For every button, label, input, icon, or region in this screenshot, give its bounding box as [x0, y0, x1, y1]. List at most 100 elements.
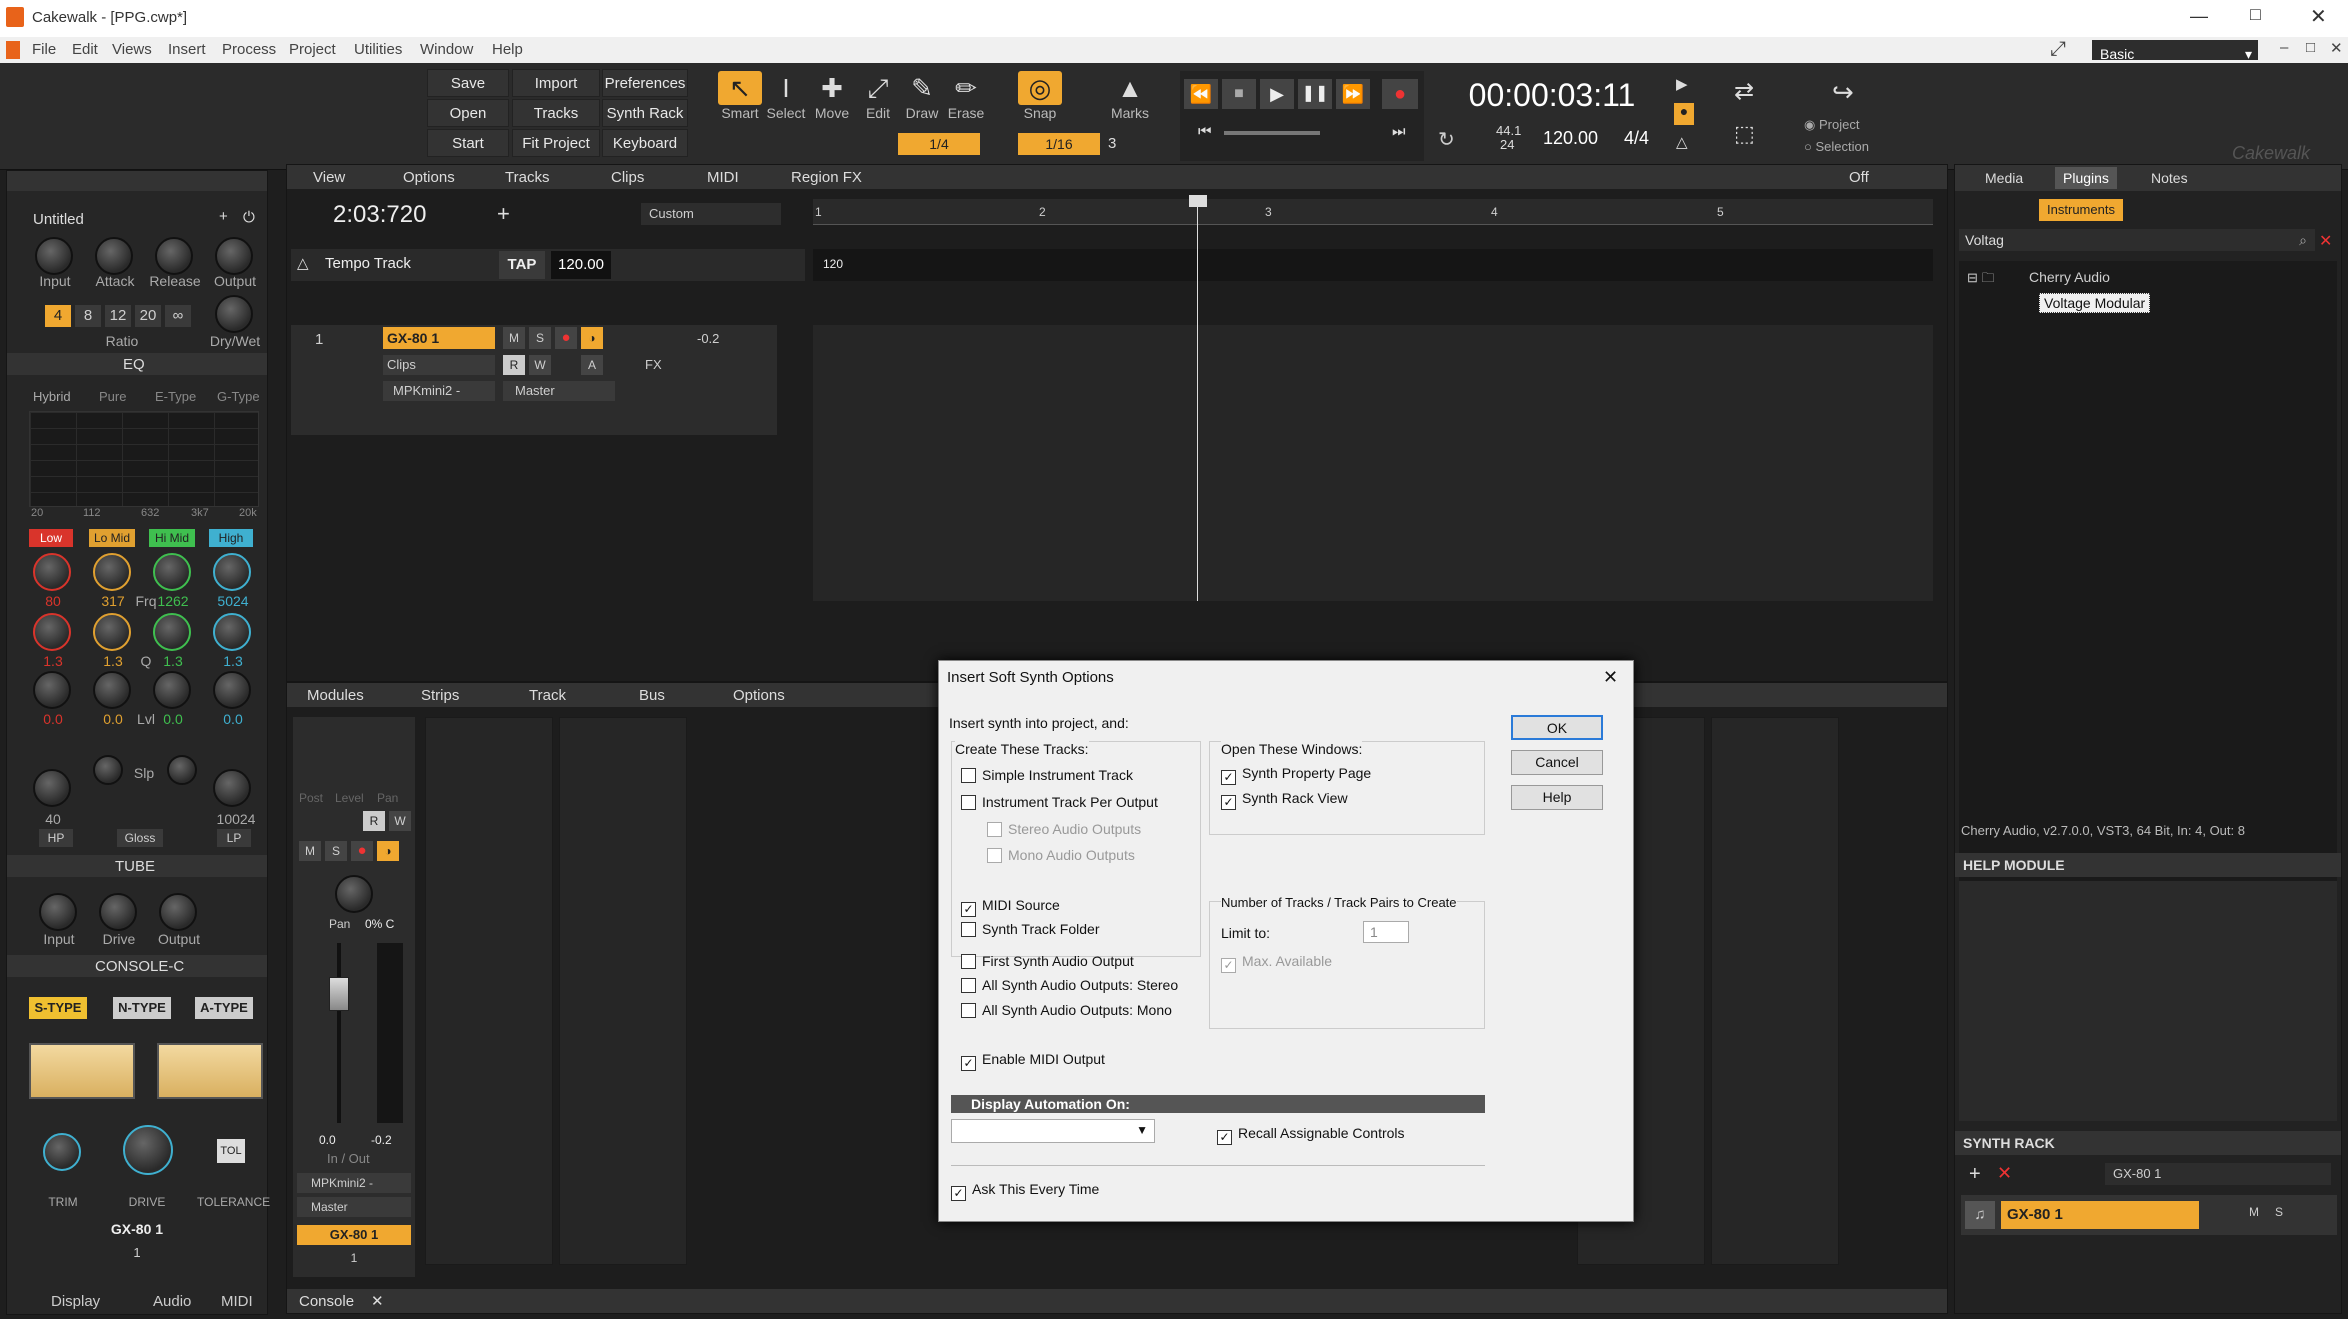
- select-tool[interactable]: I Select: [764, 71, 808, 121]
- punch-icon[interactable]: ⬚: [1734, 121, 1755, 147]
- clips-menu[interactable]: Clips: [611, 169, 644, 186]
- cb-mono-outputs[interactable]: Mono Audio Outputs: [987, 847, 1135, 863]
- strip-name-label[interactable]: GX-80 1: [297, 1225, 411, 1245]
- menu-window[interactable]: Window: [420, 41, 473, 58]
- plugins-tab[interactable]: Plugins: [2055, 167, 2117, 189]
- ratio-12[interactable]: 12: [105, 305, 131, 327]
- band-low[interactable]: Low: [29, 529, 73, 547]
- high-freq-knob[interactable]: [213, 553, 251, 591]
- audio-tab[interactable]: Audio: [153, 1293, 191, 1310]
- cb-instrument-per-output[interactable]: Instrument Track Per Output: [961, 794, 1158, 810]
- mdi-min-icon[interactable]: –: [2280, 39, 2288, 56]
- rewind-icon[interactable]: ⏪: [1184, 79, 1218, 109]
- pause-icon[interactable]: ❚❚: [1298, 79, 1332, 109]
- display-tab[interactable]: Display: [51, 1293, 100, 1310]
- cb-recall-controls[interactable]: ✓ Recall Assignable Controls: [1217, 1125, 1405, 1145]
- draw-tool[interactable]: ✎ Draw: [900, 71, 944, 121]
- tracks-menu[interactable]: Tracks: [505, 169, 549, 186]
- band-high[interactable]: High: [209, 529, 253, 547]
- solo-button[interactable]: S: [529, 327, 551, 349]
- tap-button[interactable]: TAP: [499, 251, 545, 279]
- play-icon[interactable]: ▶: [1260, 79, 1294, 109]
- band-himid[interactable]: Hi Mid: [149, 529, 195, 547]
- strip-echo-icon[interactable]: ◑: [377, 841, 399, 861]
- project-radio[interactable]: ◉ Project: [1804, 117, 1859, 133]
- ratio-8[interactable]: 8: [75, 305, 101, 327]
- go-start-icon[interactable]: ⏮: [1198, 123, 1212, 140]
- drywet-knob[interactable]: [215, 295, 253, 333]
- low-lvl-knob[interactable]: [33, 671, 71, 709]
- tube-output-knob[interactable]: [159, 893, 197, 931]
- console-tab[interactable]: Console: [299, 1293, 354, 1310]
- now-time[interactable]: 2:03:720: [333, 201, 426, 229]
- cb-property-page[interactable]: ✓ Synth Property Page: [1221, 765, 1371, 785]
- eq-mode-etype[interactable]: E-Type: [155, 389, 196, 404]
- menu-project[interactable]: Project: [289, 41, 336, 58]
- plugin-search-input[interactable]: Voltag ⌕: [1959, 229, 2315, 251]
- edit-tool[interactable]: ⤢ Edit: [856, 71, 900, 121]
- attack-knob[interactable]: [95, 237, 133, 275]
- media-tab[interactable]: Media: [1985, 170, 2023, 186]
- lp-slope-knob[interactable]: [167, 755, 197, 785]
- track-name[interactable]: GX-80 1: [383, 327, 495, 349]
- fullscreen-icon[interactable]: ⤢: [2050, 38, 2066, 61]
- lomid-lvl-knob[interactable]: [93, 671, 131, 709]
- menu-views[interactable]: Views: [112, 41, 152, 58]
- loop-icon[interactable]: ↻: [1438, 127, 1455, 152]
- lp-button[interactable]: LP: [217, 829, 251, 847]
- track-output-select[interactable]: Master: [503, 381, 615, 401]
- tempo-value[interactable]: 120.00: [551, 251, 611, 279]
- track-menu[interactable]: Track: [529, 687, 566, 704]
- save-button[interactable]: Save: [427, 69, 509, 97]
- himid-freq-knob[interactable]: [153, 553, 191, 591]
- tempo-lane[interactable]: 120: [813, 249, 1933, 281]
- eq-graph[interactable]: [29, 411, 259, 507]
- hp-button[interactable]: HP: [39, 829, 73, 847]
- cb-enable-midi[interactable]: ✓ Enable MIDI Output: [961, 1051, 1105, 1071]
- position-slider[interactable]: [1224, 131, 1320, 135]
- cb-stereo-outputs[interactable]: Stereo Audio Outputs: [987, 821, 1141, 837]
- track-input-select[interactable]: MPKmini2 -: [383, 381, 495, 401]
- bus-menu[interactable]: Bus: [639, 687, 665, 704]
- menu-help[interactable]: Help: [492, 41, 523, 58]
- clips-pane[interactable]: [813, 325, 1933, 601]
- strip-mute-button[interactable]: M: [299, 841, 321, 861]
- menu-insert[interactable]: Insert: [168, 41, 206, 58]
- volume-fader[interactable]: [329, 977, 349, 1011]
- fx-bin[interactable]: FX: [645, 357, 662, 372]
- high-q-knob[interactable]: [213, 613, 251, 651]
- pan-knob[interactable]: [335, 875, 373, 913]
- play-small-icon[interactable]: ▶: [1676, 75, 1688, 93]
- close-console-icon[interactable]: ✕: [371, 1292, 384, 1310]
- cb-max-available[interactable]: ✓ Max. Available: [1221, 953, 1332, 973]
- strip-arm-icon[interactable]: ●: [351, 841, 373, 861]
- drive-knob[interactable]: [123, 1125, 173, 1175]
- rack-solo[interactable]: S: [2275, 1205, 2283, 1219]
- ratio-4[interactable]: 4: [45, 305, 71, 327]
- lp-knob[interactable]: [213, 769, 251, 807]
- menu-edit[interactable]: Edit: [72, 41, 98, 58]
- lomid-q-knob[interactable]: [93, 613, 131, 651]
- move-tool[interactable]: ✚ Move: [810, 71, 854, 121]
- snap-button[interactable]: ◎ Snap: [1018, 71, 1062, 121]
- go-end-icon[interactable]: ⏭: [1392, 123, 1406, 140]
- input-knob[interactable]: [35, 237, 73, 275]
- n-type-button[interactable]: N-TYPE: [113, 997, 171, 1019]
- notes-tab[interactable]: Notes: [2151, 170, 2188, 186]
- cb-midi-source[interactable]: ✓ MIDI Source: [961, 897, 1060, 917]
- import-button[interactable]: Import: [512, 69, 600, 97]
- himid-q-knob[interactable]: [153, 613, 191, 651]
- rack-item[interactable]: ♫ GX-80 1 M S: [1961, 1195, 2337, 1235]
- loop-toggle-icon[interactable]: ⇄: [1734, 77, 1754, 106]
- maximize-icon[interactable]: □: [2250, 4, 2261, 25]
- tracks-button[interactable]: Tracks: [512, 99, 600, 127]
- archive-button[interactable]: A: [581, 355, 603, 375]
- output-knob[interactable]: [215, 237, 253, 275]
- clips-select[interactable]: Clips: [383, 355, 495, 375]
- arm-record-icon[interactable]: ●: [555, 327, 577, 349]
- rack-mute[interactable]: M: [2249, 1205, 2259, 1219]
- start-screen-button[interactable]: Start Screen: [427, 129, 509, 180]
- search-icon[interactable]: ⌕: [2299, 229, 2307, 251]
- smart-tool[interactable]: ↖ Smart: [718, 71, 762, 121]
- export-icon[interactable]: ↪: [1832, 77, 1854, 108]
